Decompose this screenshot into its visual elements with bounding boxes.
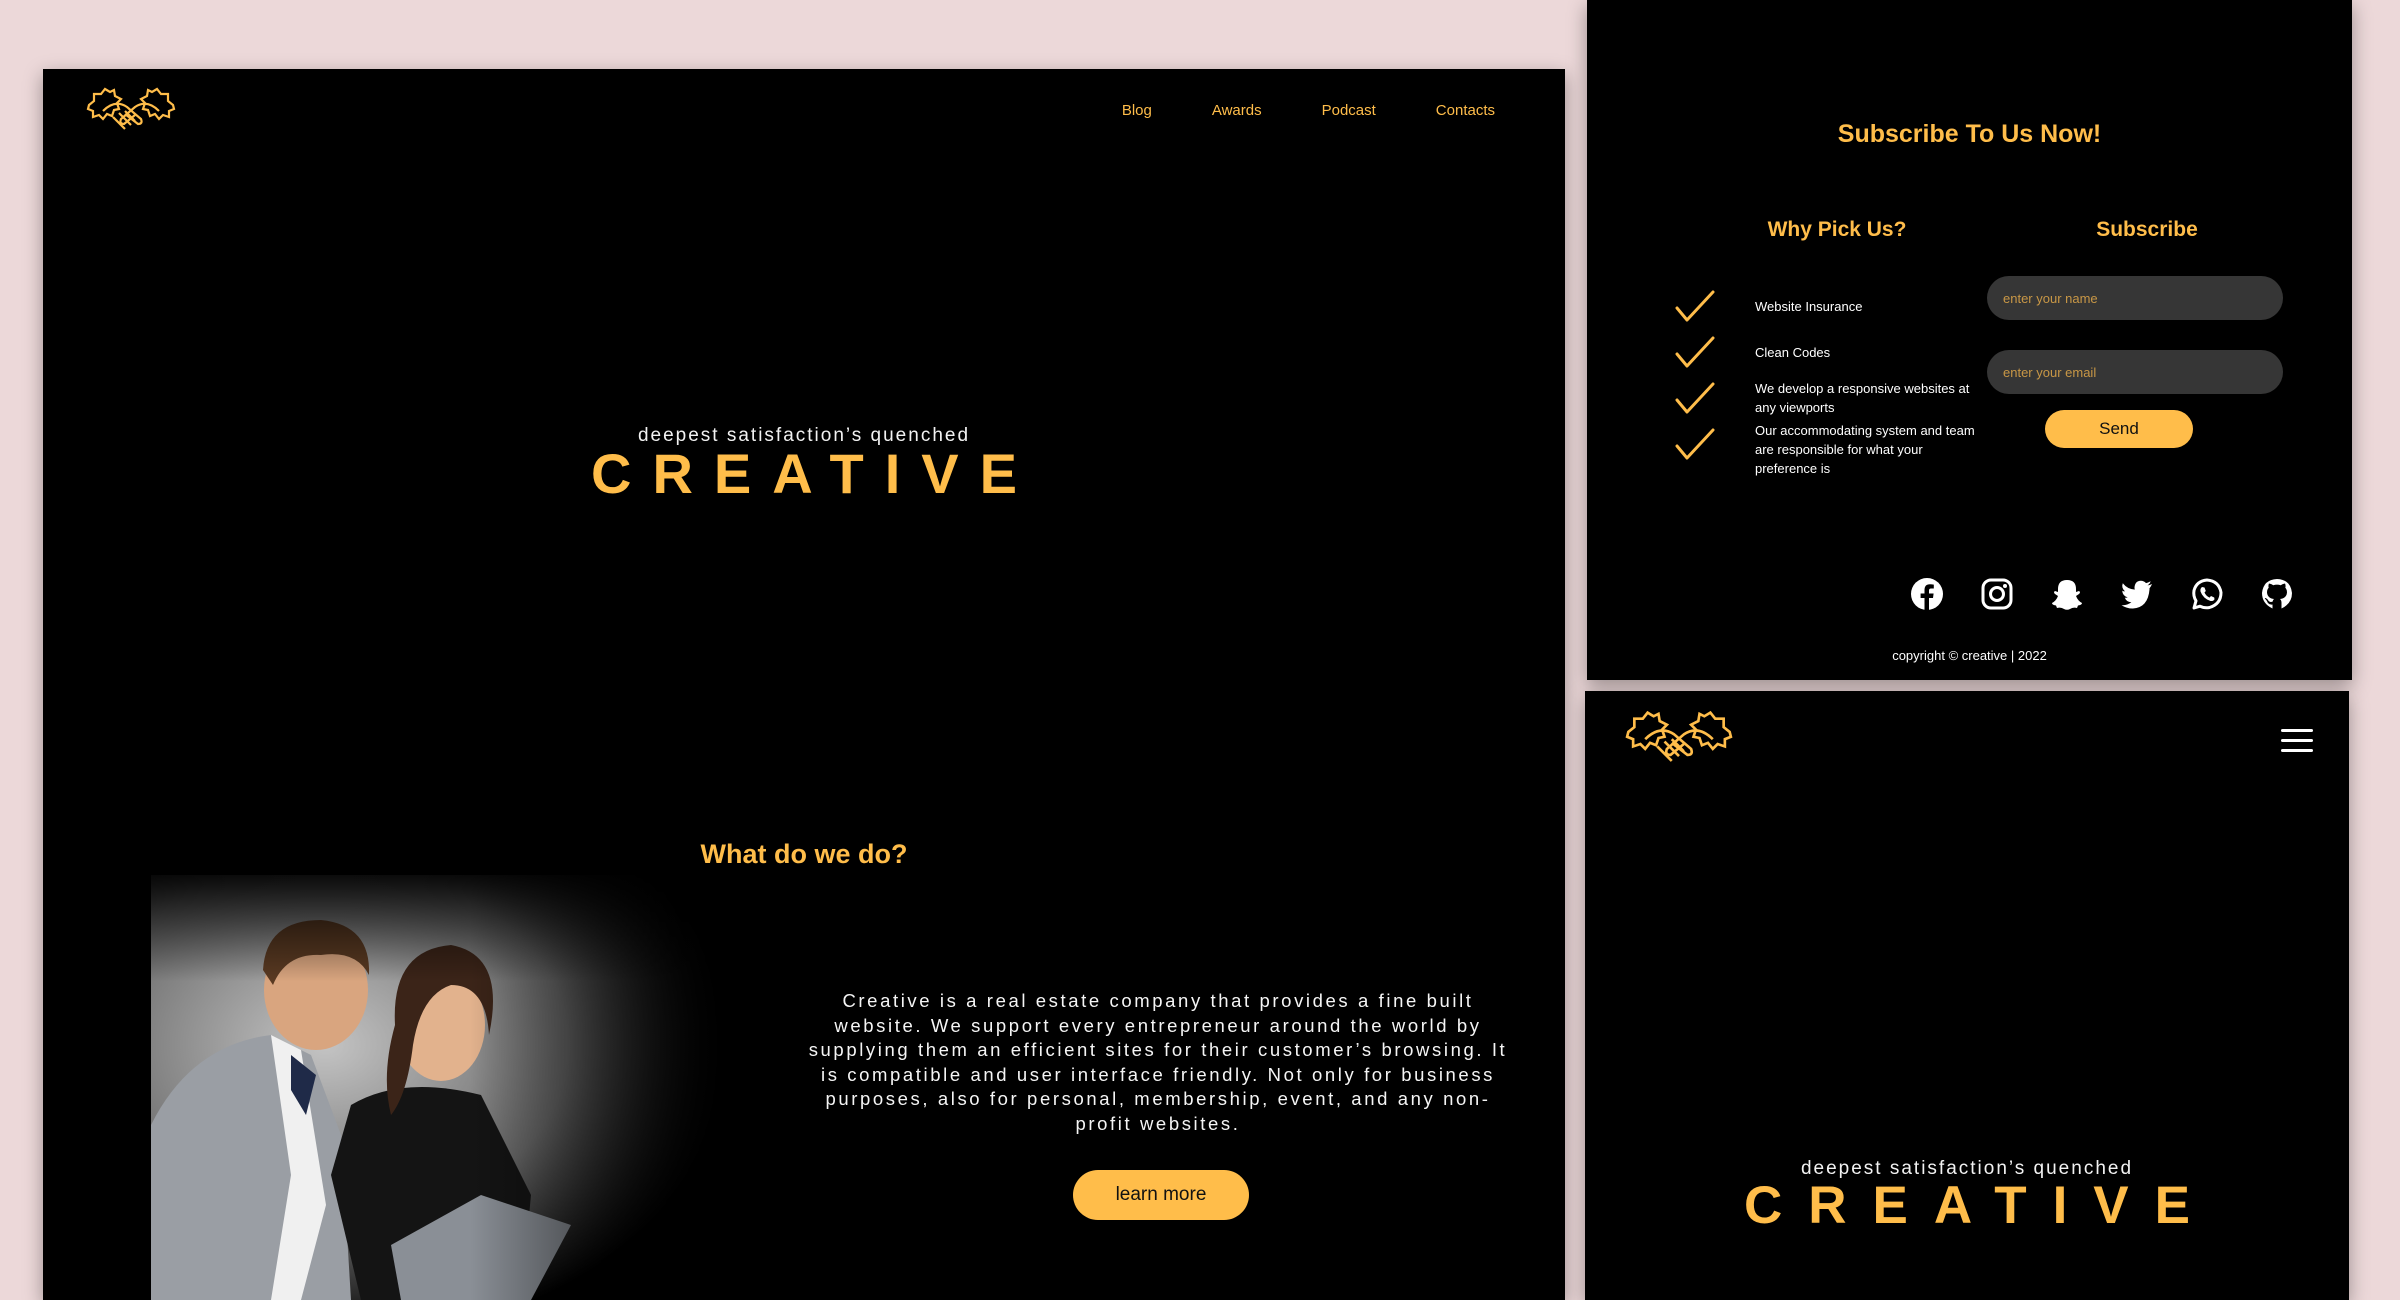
nav-podcast-link[interactable]: Podcast	[1322, 102, 1376, 119]
whatsapp-icon[interactable]	[2190, 577, 2224, 611]
subscribe-title: Subscribe	[2096, 218, 2198, 241]
why-pick-us-title: Why Pick Us?	[1767, 218, 1907, 241]
why-item: Our accommodating system and team are re…	[1755, 423, 1975, 476]
hero-title: CREATIVE	[1743, 1176, 2217, 1235]
check-icon	[1675, 428, 1715, 460]
desktop-preview: Blog Awards Podcast Contacts deepest sat…	[43, 69, 1565, 1300]
hamburger-menu-icon[interactable]	[2281, 729, 2313, 753]
footer-preview: Subscribe To Us Now! Why Pick Us? Subscr…	[1587, 0, 2352, 680]
send-button[interactable]: Send	[2045, 410, 2193, 448]
social-links	[1910, 577, 2294, 611]
handshake-gear-icon[interactable]	[1621, 703, 1737, 773]
learn-more-button[interactable]: learn more	[1073, 1170, 1249, 1220]
check-icon	[1675, 290, 1715, 322]
github-icon[interactable]	[2260, 577, 2294, 611]
check-icon	[1675, 382, 1715, 414]
nav-contacts-link[interactable]: Contacts	[1436, 102, 1495, 119]
nav-awards-link[interactable]: Awards	[1212, 102, 1262, 119]
name-input[interactable]	[1987, 276, 2283, 320]
subscribe-heading: Subscribe To Us Now!	[1837, 120, 2102, 148]
why-item: Website Insurance	[1755, 299, 1863, 314]
instagram-icon[interactable]	[1980, 577, 2014, 611]
why-item: We develop a responsive websites at any …	[1755, 381, 1970, 415]
check-icon	[1675, 336, 1715, 368]
copyright-text: copyright © creative | 2022	[1892, 648, 2047, 663]
handshake-gear-icon[interactable]	[85, 81, 177, 139]
mobile-preview: deepest satisfaction’s quenched CREATIVE	[1585, 691, 2349, 1300]
hero-title: CREATIVE	[591, 442, 1038, 505]
nav-blog-link[interactable]: Blog	[1122, 102, 1152, 119]
why-item: Clean Codes	[1755, 345, 1831, 360]
twitter-icon[interactable]	[2120, 577, 2154, 611]
business-people-photo	[151, 875, 731, 1300]
snapchat-icon[interactable]	[2050, 577, 2084, 611]
email-input[interactable]	[1987, 350, 2283, 394]
main-nav: Blog Awards Podcast Contacts	[1122, 102, 1495, 119]
facebook-icon[interactable]	[1910, 577, 1944, 611]
about-text: Creative is a real estate company that p…	[808, 990, 1508, 1134]
section-title: What do we do?	[700, 839, 908, 869]
